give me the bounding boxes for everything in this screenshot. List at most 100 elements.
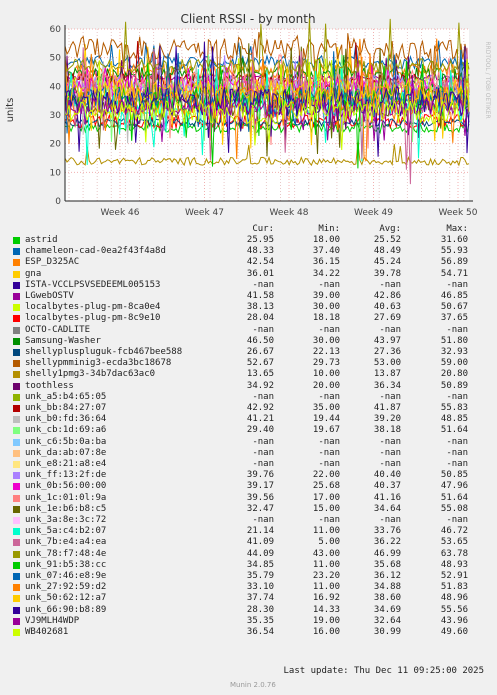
legend-value-cur: -nan	[252, 391, 274, 402]
legend-value-cur: -nan	[252, 279, 274, 290]
legend-value-min: 19.44	[312, 414, 340, 425]
x-tick-label: Week 48	[270, 208, 309, 218]
legend-swatch	[13, 382, 20, 390]
legend-value-avg: 25.52	[373, 235, 401, 245]
legend-value-cur: 21.14	[246, 526, 274, 537]
legend-header-avg: Avg:	[379, 224, 401, 234]
legend-value-cur: 36.54	[246, 627, 274, 637]
legend-value-cur: 41.58	[246, 291, 274, 301]
legend-value-avg: -nan	[379, 391, 401, 402]
legend-value-cur: 33.10	[246, 582, 274, 593]
legend-value-cur: 48.33	[246, 246, 274, 257]
legend-row: unk_a5:b4:65:05 -nan -nan -nan -nan	[0, 392, 497, 403]
last-update: Last update: Thu Dec 11 09:25:00 2025	[283, 666, 484, 676]
legend-swatch	[13, 349, 20, 356]
legend-swatch	[13, 606, 20, 614]
legend-value-min: 5.00	[318, 537, 340, 548]
legend-row: WB402681 36.54 16.00 30.99 49.60	[0, 627, 497, 638]
legend-row: unk_66:90:b8:89 28.30 14.33 34.69 55.56	[0, 605, 497, 616]
legend-series-name: gna	[25, 268, 42, 279]
legend-swatch	[13, 405, 20, 412]
legend-value-max: 48.93	[440, 559, 468, 570]
legend-value-cur: 42.92	[246, 403, 274, 413]
legend-swatch	[13, 528, 20, 536]
legend-value-max: 55.56	[440, 604, 468, 615]
munin-credit: Munin 2.0.76	[230, 681, 276, 689]
legend-value-avg: 32.64	[373, 615, 401, 626]
legend-value-max: 55.08	[440, 503, 468, 514]
legend-value-max: 54.71	[440, 268, 468, 279]
legend-value-cur: 38.13	[246, 302, 274, 313]
legend-value-max: -nan	[446, 515, 468, 525]
legend-value-min: 11.00	[312, 526, 340, 537]
legend-value-avg: 36.34	[373, 380, 401, 391]
legend-value-min: 16.00	[312, 627, 340, 637]
legend-swatch	[13, 584, 20, 592]
legend-series-name: OCTO-CADLITE	[25, 324, 91, 335]
legend-value-avg: 30.99	[373, 627, 401, 637]
legend-value-cur: 25.95	[246, 235, 274, 245]
legend-swatch	[13, 427, 20, 435]
legend-series-name: unk_cb:1d:69:a6	[25, 425, 107, 436]
legend-value-max: 53.65	[440, 537, 468, 548]
legend-value-max: 50.89	[440, 380, 468, 391]
legend-value-max: 20.80	[440, 369, 468, 380]
legend-value-cur: 39.56	[246, 492, 274, 503]
legend-value-min: 37.40	[312, 246, 340, 257]
legend-value-cur: -nan	[252, 447, 274, 458]
legend-value-cur: 34.92	[246, 380, 274, 391]
legend-value-max: 55.93	[440, 246, 468, 257]
y-tick-label: 10	[50, 168, 62, 178]
legend-series-name: ESP_D325AC	[25, 257, 80, 268]
legend-header-cur: Cur:	[252, 224, 274, 234]
legend-value-min: 36.15	[312, 257, 340, 268]
legend-series-name: unk_50:62:12:a7	[25, 593, 107, 604]
legend-value-avg: 39.20	[373, 414, 401, 425]
legend-row: localbytes-plug-pm-8ca0e4 38.13 30.00 40.63…	[0, 302, 497, 313]
legend-series-name: unk_5a:c4:b2:07	[25, 526, 107, 537]
legend-series-name: unk_0b:56:00:00	[25, 481, 107, 492]
legend-value-cur: 39.17	[246, 481, 274, 492]
legend-row: unk_1c:01:0l:9a 39.56 17.00 41.16 51.64	[0, 493, 497, 504]
legend-value-min: 35.00	[312, 403, 340, 413]
legend-value-cur: 42.54	[246, 257, 274, 268]
legend-row: unk_ff:13:2f:de 39.76 22.00 40.40 50.85	[0, 470, 497, 481]
legend-series-name: toothless	[25, 380, 74, 391]
legend-series-name: unk_1c:01:0l:9a	[25, 492, 107, 503]
legend-swatch	[13, 505, 20, 513]
legend-swatch	[13, 371, 20, 379]
legend-swatch	[13, 315, 20, 323]
legend-value-cur: -nan	[252, 436, 274, 447]
legend-row: unk_1e:b6:b8:c5 32.47 15.00 34.64 55.08	[0, 504, 497, 515]
legend-swatch	[13, 248, 20, 256]
legend-swatch	[13, 337, 20, 345]
legend-swatch	[13, 472, 20, 480]
legend-value-avg: -nan	[379, 324, 401, 335]
legend-row: unk_3a:8e:3c:72 -nan -nan -nan -nan	[0, 515, 497, 526]
legend-value-max: 37.65	[440, 313, 468, 324]
legend-value-max: 48.96	[440, 593, 468, 604]
legend-series-name: unk_07:46:e8:9e	[25, 571, 107, 581]
legend-value-cur: 41.09	[246, 537, 274, 548]
legend-value-cur: 39.76	[246, 470, 274, 481]
legend-value-max: 59.00	[440, 358, 468, 369]
legend-value-max: -nan	[446, 324, 468, 335]
legend-swatch	[13, 281, 20, 289]
legend-value-avg: 27.36	[373, 347, 401, 357]
legend-row: unk_b0:fd:36:64 41.21 19.44 39.20 48.85	[0, 414, 497, 425]
legend-value-max: 46.85	[440, 291, 468, 301]
legend-swatch	[13, 326, 20, 334]
legend-value-min: 22.13	[312, 347, 340, 357]
legend-row: unk_91:b5:38:cc 34.85 11.00 35.68 48.93	[0, 560, 497, 571]
legend-swatch	[13, 539, 20, 547]
legend-swatch	[13, 629, 20, 636]
legend-row: unk_07:46:e8:9e 35.79 23.20 36.12 52.91	[0, 571, 497, 582]
legend-value-avg: 48.49	[373, 246, 401, 257]
legend-series-name: unk_7b:e4:a4:ea	[25, 537, 107, 548]
legend-value-max: 51.64	[440, 492, 468, 503]
legend-row: toothless 34.92 20.00 36.34 50.89	[0, 381, 497, 392]
y-tick-label: 30	[50, 111, 62, 121]
y-tick-label: 20	[50, 140, 62, 150]
legend-series-name: unk_da:ab:07:8e	[25, 447, 107, 458]
legend-series-name: shellypmminig3-ecda3bc18678	[25, 358, 172, 369]
